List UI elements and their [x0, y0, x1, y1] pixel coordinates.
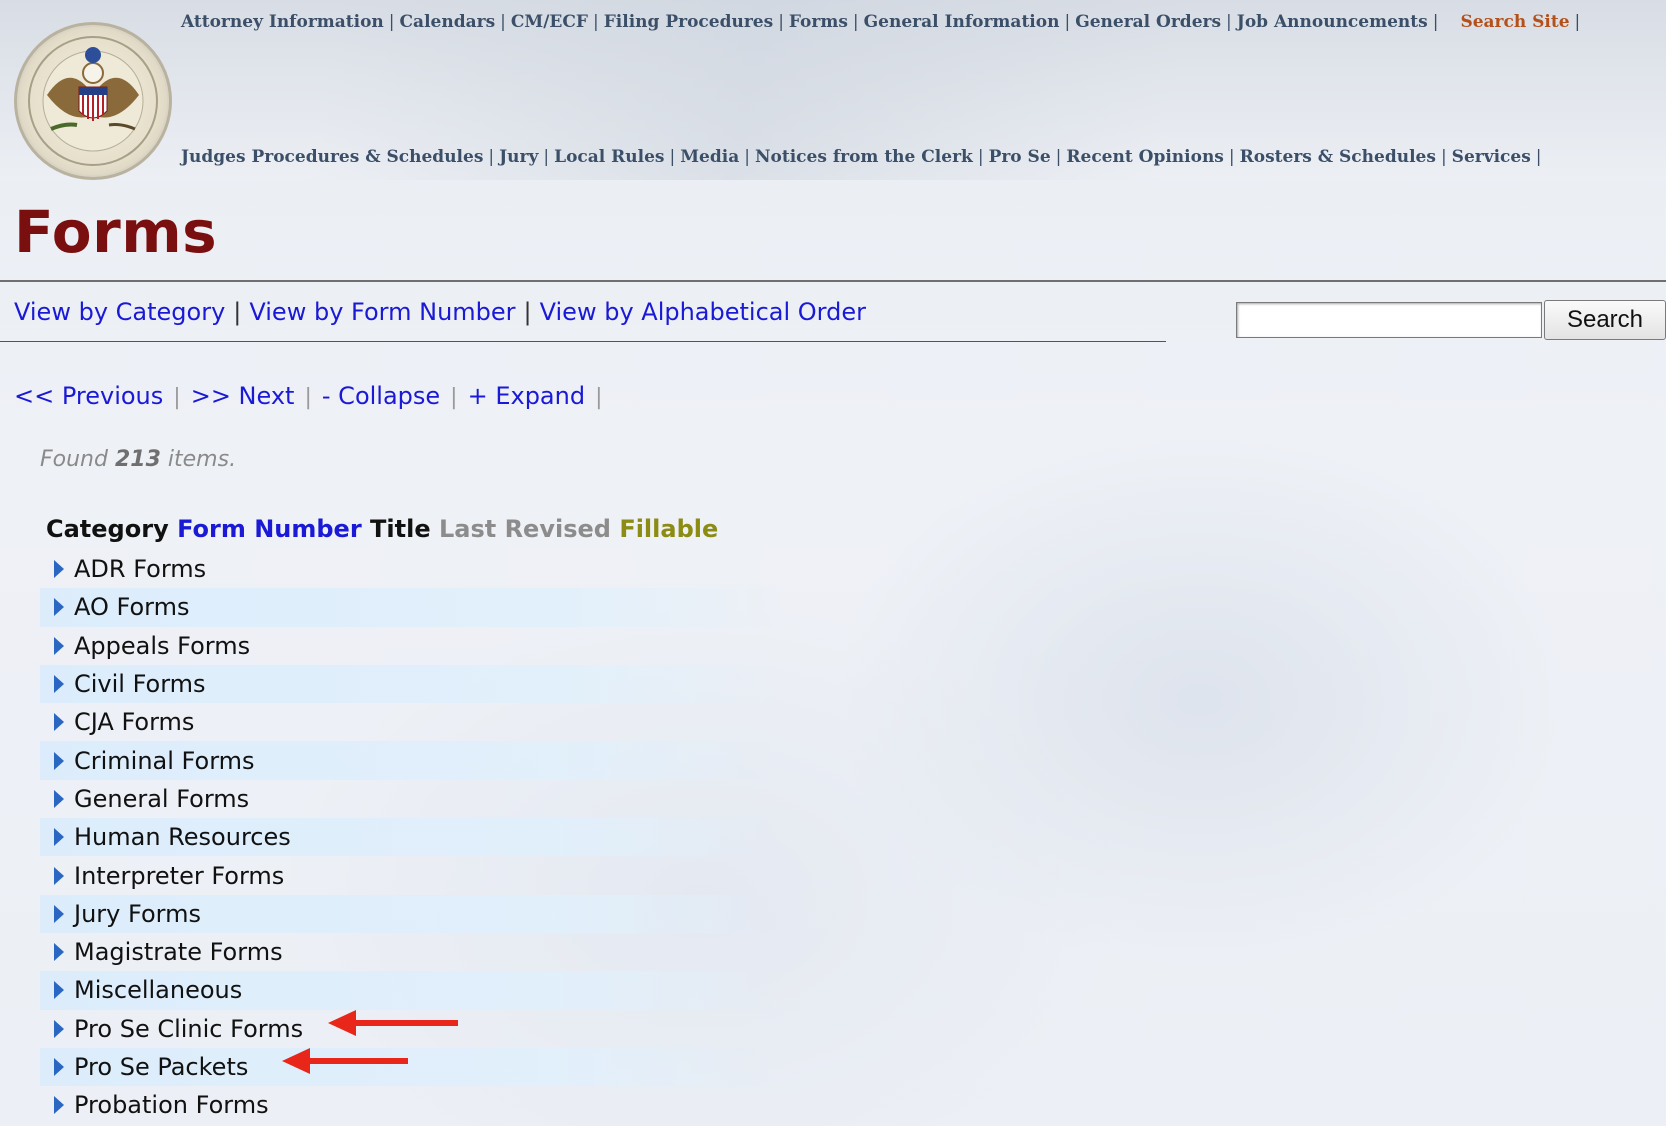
triangle-right-icon — [54, 866, 64, 885]
category-label: Pro Se Clinic Forms — [74, 1014, 304, 1043]
nav-general-orders[interactable]: General Orders — [1070, 12, 1226, 32]
category-label: Pro Se Packets — [74, 1053, 249, 1081]
triangle-right-icon — [54, 789, 64, 808]
search-input[interactable] — [1236, 302, 1542, 338]
triangle-right-icon — [54, 981, 64, 1000]
category-item[interactable]: Magistrate Forms — [40, 933, 780, 971]
triangle-right-icon — [54, 1019, 64, 1038]
category-item[interactable]: Civil Forms — [40, 664, 780, 704]
category-item[interactable]: Human Resources — [40, 818, 780, 857]
category-label: Probation Forms — [74, 1091, 269, 1120]
view-links-separator: | — [233, 298, 242, 326]
category-item[interactable]: ADR Forms — [40, 550, 780, 588]
court-seal-icon[interactable] — [14, 22, 172, 180]
triangle-right-icon — [54, 675, 64, 694]
category-label: Interpreter Forms — [74, 861, 285, 890]
previous-link[interactable]: << Previous — [14, 382, 163, 410]
nav-search-site[interactable]: Search Site — [1438, 12, 1574, 32]
category-item[interactable]: CJA Forms — [40, 703, 780, 741]
category-item[interactable]: Appeals Forms — [40, 627, 780, 665]
nav-attorney-information[interactable]: Attorney Information — [176, 12, 389, 32]
category-item[interactable]: Criminal Forms — [40, 741, 780, 780]
nav-separator: | — [1535, 147, 1542, 167]
nav-separator: | — [1574, 12, 1581, 32]
page-title: Forms — [14, 198, 218, 266]
nav-calendars[interactable]: Calendars — [395, 12, 501, 32]
nav-job-announcements[interactable]: Job Announcements — [1232, 12, 1433, 32]
view-mode-links: View by Category | View by Form Number | Vie… — [14, 298, 866, 326]
triangle-right-icon — [54, 904, 64, 923]
sort-header: Category Form Number Title Last Revised … — [46, 515, 718, 543]
sort-by-category[interactable]: Category — [46, 515, 169, 543]
collapse-link[interactable]: - Collapse — [322, 382, 440, 410]
sort-by-last-revised[interactable]: Last Revised — [439, 515, 611, 543]
category-item[interactable]: Jury Forms — [40, 894, 780, 933]
sort-by-title[interactable]: Title — [370, 515, 431, 543]
triangle-right-icon — [54, 1096, 64, 1115]
nav-general-information[interactable]: General Information — [859, 12, 1065, 32]
search-button[interactable]: Search — [1544, 300, 1666, 340]
category-label: CJA Forms — [74, 708, 195, 737]
category-label: Magistrate Forms — [74, 938, 283, 967]
found-count: 213 — [114, 447, 161, 472]
view-by-category-link[interactable]: View by Category — [14, 298, 225, 326]
pager-separator: | — [450, 385, 458, 410]
triangle-right-icon — [54, 751, 64, 770]
triangle-right-icon — [54, 598, 64, 617]
nav-media[interactable]: Media — [675, 147, 744, 167]
pager-separator: | — [173, 385, 181, 410]
nav-rosters-schedules[interactable]: Rosters & Schedules — [1235, 147, 1441, 167]
category-label: AO Forms — [74, 593, 190, 622]
category-label: Criminal Forms — [74, 746, 255, 775]
triangle-right-icon — [54, 636, 64, 655]
site-header: Attorney Information | Calendars | CM/EC… — [0, 0, 1666, 180]
nav-services[interactable]: Services — [1447, 147, 1536, 167]
nav-jury[interactable]: Jury — [494, 147, 543, 167]
view-by-alphabetical-link[interactable]: View by Alphabetical Order — [540, 298, 866, 326]
pager-controls: << Previous | >> Next | - Collapse | + Expand | — [14, 382, 613, 410]
pager-separator: | — [304, 385, 312, 410]
nav-forms[interactable]: Forms — [784, 12, 853, 32]
category-label: General Forms — [74, 784, 250, 813]
nav-notices-from-the-clerk[interactable]: Notices from the Clerk — [750, 147, 978, 167]
expand-link[interactable]: + Expand — [468, 382, 586, 410]
red-arrow-icon — [282, 1048, 408, 1074]
category-item[interactable]: AO Forms — [40, 588, 780, 627]
view-links-separator: | — [523, 298, 532, 326]
top-nav-row-1: Attorney Information | Calendars | CM/EC… — [176, 12, 1580, 32]
triangle-right-icon — [54, 828, 64, 847]
category-item[interactable]: Interpreter Forms — [40, 856, 780, 894]
category-label: Civil Forms — [74, 670, 206, 699]
title-divider — [0, 280, 1666, 282]
nav-pro-se[interactable]: Pro Se — [984, 147, 1056, 167]
nav-judges-procedures[interactable]: Judges Procedures & Schedules — [176, 147, 488, 167]
pager-separator: | — [595, 385, 603, 410]
found-suffix: items. — [167, 447, 237, 472]
category-label: Appeals Forms — [74, 631, 251, 660]
nav-filing-procedures[interactable]: Filing Procedures — [599, 12, 778, 32]
top-nav-row-2: Judges Procedures & Schedules | Jury | L… — [176, 147, 1542, 167]
view-by-form-number-link[interactable]: View by Form Number — [249, 298, 515, 326]
category-label: Miscellaneous — [74, 976, 243, 1005]
triangle-right-icon — [54, 713, 64, 732]
category-label: Jury Forms — [74, 899, 201, 928]
category-label: ADR Forms — [74, 555, 207, 584]
category-item[interactable]: Probation Forms — [40, 1086, 780, 1124]
triangle-right-icon — [54, 560, 64, 579]
category-item[interactable]: General Forms — [40, 780, 780, 818]
nav-recent-opinions[interactable]: Recent Opinions — [1061, 147, 1228, 167]
sort-by-form-number[interactable]: Form Number — [177, 515, 362, 543]
view-links-divider — [0, 341, 1166, 342]
triangle-right-icon — [54, 1058, 64, 1076]
triangle-right-icon — [54, 943, 64, 962]
results-count: Found 213 items. — [40, 447, 236, 472]
category-item[interactable]: Miscellaneous — [40, 971, 780, 1010]
red-arrow-icon — [328, 1010, 458, 1036]
sort-by-fillable[interactable]: Fillable — [619, 515, 718, 543]
nav-cm-ecf[interactable]: CM/ECF — [506, 12, 593, 32]
category-label: Human Resources — [74, 823, 291, 852]
nav-local-rules[interactable]: Local Rules — [549, 147, 669, 167]
found-prefix: Found — [40, 447, 108, 472]
next-link[interactable]: >> Next — [191, 382, 295, 410]
